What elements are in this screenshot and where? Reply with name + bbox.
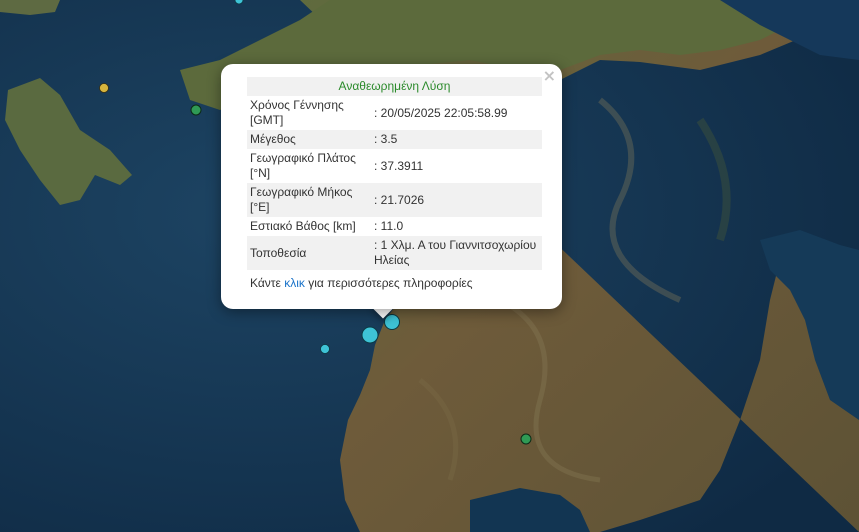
info-table: Αναθεωρημένη Λύση Χρόνος Γέννησης [GMT] … <box>247 77 542 270</box>
row-depth: Εστιακό Βάθος [km] : 11.0 <box>247 217 542 236</box>
marker-cyan-small[interactable] <box>320 344 330 354</box>
marker-yellow[interactable] <box>99 83 109 93</box>
label-origin-time: Χρόνος Γέννησης [GMT] <box>250 98 344 127</box>
value-longitude: : 21.7026 <box>371 183 542 217</box>
more-info-link[interactable]: κλικ <box>284 276 305 290</box>
label-longitude: Γεωγραφικό Μήκος [°E] <box>247 183 371 217</box>
close-icon[interactable]: × <box>543 67 556 85</box>
value-magnitude: : 3.5 <box>371 130 542 149</box>
row-location: Τοποθεσία : 1 Χλμ. Α του Γιαννιτσοχωρίου… <box>247 236 542 270</box>
value-origin-time: : 20/05/2025 22:05:58.99 <box>374 105 508 120</box>
marker-green-south[interactable] <box>520 433 532 445</box>
popup-title: Αναθεωρημένη Λύση <box>247 77 542 96</box>
label-latitude: Γεωγραφικό Πλάτος [°N] <box>250 151 356 180</box>
popup-title-row: Αναθεωρημένη Λύση <box>247 77 542 96</box>
marker-cyan-large[interactable] <box>361 326 379 344</box>
value-location: : 1 Χλμ. Α του Γιαννιτσοχωρίου Ηλείας <box>371 236 542 270</box>
label-location: Τοποθεσία <box>247 236 371 270</box>
row-longitude: Γεωγραφικό Μήκος [°E] : 21.7026 <box>247 183 542 217</box>
label-depth: Εστιακό Βάθος [km] <box>250 219 356 233</box>
more-info: Κάντε κλικ για περισσότερες πληροφορίες <box>247 276 542 290</box>
row-latitude: Γεωγραφικό Πλάτος [°N] : 37.3911 <box>247 149 542 183</box>
value-depth: : 11.0 <box>374 219 404 233</box>
marker-green[interactable] <box>190 104 202 116</box>
earthquake-popup: × Αναθεωρημένη Λύση Χρόνος Γέννησης [GMT… <box>221 64 562 309</box>
label-magnitude: Μέγεθος <box>247 130 371 149</box>
row-magnitude: Μέγεθος : 3.5 <box>247 130 542 149</box>
more-prefix: Κάντε <box>250 276 281 290</box>
row-origin-time: Χρόνος Γέννησης [GMT] : 20/05/2025 22:05… <box>247 96 542 130</box>
value-latitude: : 37.3911 <box>374 158 424 173</box>
more-suffix: για περισσότερες πληροφορίες <box>308 276 473 290</box>
marker-cyan-selected[interactable] <box>384 314 400 330</box>
